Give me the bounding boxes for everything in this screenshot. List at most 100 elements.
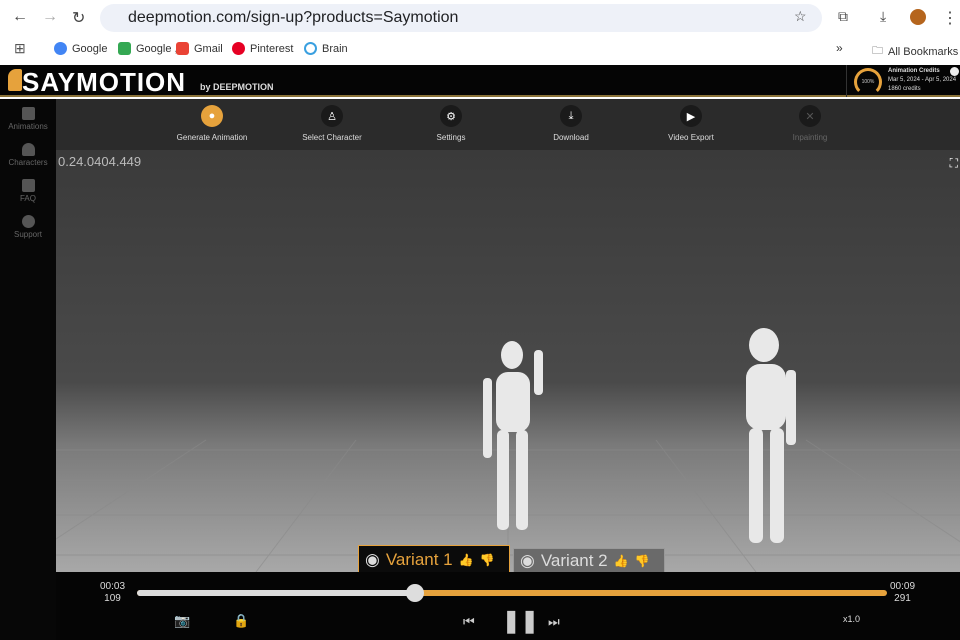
version-label: 0.24.0404.449: [58, 154, 142, 169]
end-time-text: 00:09: [890, 581, 916, 592]
robot-character-2: [746, 328, 796, 543]
bookmark-brain[interactable]: Brain: [304, 42, 348, 55]
reload-icon[interactable]: ↻: [72, 8, 85, 28]
generate-animation-button[interactable]: ● Generate Animation: [152, 105, 272, 142]
address-bar[interactable]: deepmotion.com/sign-up?products=Saymotio…: [100, 4, 822, 32]
plus-icon: [21, 107, 35, 120]
tool-label: Settings: [436, 133, 466, 142]
question-icon: [21, 179, 35, 192]
scene: [56, 328, 960, 572]
app-header: SAYMOTION by DEEPMOTION 100% Animation C…: [0, 65, 960, 97]
brain-icon: [304, 42, 317, 55]
info-icon[interactable]: [950, 67, 959, 76]
credits-info: Animation Credits Mar 5, 2024 - Apr 5, 2…: [888, 67, 956, 94]
bookmark-label: Brain: [322, 42, 348, 55]
bookmark-label: Google: [72, 42, 108, 55]
download-icon[interactable]: ⤓: [880, 8, 886, 25]
bookmark-gmail[interactable]: Gmail: [176, 42, 223, 55]
sidebar-item-support[interactable]: Support: [0, 215, 56, 239]
current-time: 00:03 109: [100, 581, 125, 605]
robot-character-1: [483, 341, 543, 530]
variant-label: Variant 2: [540, 551, 608, 570]
pinterest-icon: [232, 42, 245, 55]
avatar[interactable]: [910, 9, 926, 25]
eye-icon[interactable]: ◉: [365, 550, 380, 570]
sidebar-label: Support: [13, 230, 43, 239]
variant-tab-1[interactable]: ◉ Variant 1 👍 👎: [358, 545, 510, 573]
credits-percent: 100%: [861, 79, 875, 85]
bookmark-pinterest[interactable]: Pinterest: [232, 42, 293, 55]
fullscreen-icon[interactable]: ⛶: [950, 156, 958, 171]
pause-icon[interactable]: ❚❚: [502, 608, 539, 634]
more-bookmarks-icon[interactable]: »: [836, 41, 843, 55]
tool-label: Inpainting: [792, 133, 828, 142]
bookmark-google-drive[interactable]: Google ,: [118, 42, 178, 55]
logo[interactable]: SAYMOTION: [22, 67, 186, 98]
back-icon[interactable]: ←: [12, 8, 28, 26]
play-circle-icon: ▶: [680, 105, 702, 127]
camera-icon[interactable]: 📷: [174, 613, 190, 629]
apps-icon[interactable]: ⊞: [14, 40, 26, 57]
lightbulb-icon: ●: [201, 105, 223, 127]
tool-label: Video Export: [668, 133, 714, 142]
sidebar-label: Characters: [8, 158, 48, 167]
credits-amount: 1860 credits: [888, 86, 921, 92]
sidebar: Animations Characters FAQ Support: [0, 99, 56, 640]
inpainting-icon: ✕: [799, 105, 821, 127]
tool-label: Generate Animation: [176, 133, 248, 142]
tool-label: Select Character: [302, 133, 362, 142]
thumbs-up-icon[interactable]: 👍: [459, 553, 474, 567]
lock-icon[interactable]: 🔒: [233, 613, 249, 629]
menu-icon[interactable]: ⋮: [942, 8, 958, 28]
variant-label: Variant 1: [385, 549, 453, 569]
thumbs-up-icon[interactable]: 👍: [614, 554, 629, 568]
end-time: 00:09 291: [890, 581, 915, 605]
inpainting-button[interactable]: ✕ Inpainting: [750, 105, 870, 142]
logo-icon: [8, 69, 22, 91]
video-export-button[interactable]: ▶ Video Export: [631, 105, 751, 142]
bookmark-label: Google ,: [136, 42, 178, 55]
all-bookmarks[interactable]: 🗀 All Bookmarks: [872, 42, 958, 61]
3d-viewport[interactable]: ⛶: [56, 150, 960, 572]
end-frame-text: 291: [894, 593, 911, 604]
bookmark-label: Pinterest: [250, 42, 294, 55]
logo-byline: by DEEPMOTION: [200, 82, 274, 92]
tool-label: Download: [553, 133, 589, 142]
select-character-button[interactable]: ♙ Select Character: [272, 105, 392, 142]
timeline-slider[interactable]: [137, 584, 887, 602]
browser-toolbar: ← → ↻ deepmotion.com/sign-up?products=Sa…: [0, 0, 960, 34]
sidebar-label: Animations: [8, 122, 48, 131]
eye-icon[interactable]: ◉: [520, 551, 535, 571]
bookmark-label: Gmail: [194, 42, 223, 55]
timeline-handle[interactable]: [405, 584, 424, 602]
settings-button[interactable]: ⚙ Settings: [391, 105, 511, 142]
forward-icon[interactable]: →: [42, 8, 58, 26]
sidebar-item-characters[interactable]: Characters: [0, 143, 56, 167]
person-icon: [21, 143, 35, 156]
skip-back-icon[interactable]: ⏮: [463, 614, 475, 630]
bookmark-google[interactable]: Google: [54, 42, 107, 55]
folder-icon: 🗀: [872, 45, 883, 57]
sidebar-item-faq[interactable]: FAQ: [0, 179, 56, 203]
character-icon: ♙: [321, 105, 343, 127]
bookmarks-bar: ⊞ Google Google , Gmail Pinterest Brain …: [0, 34, 960, 65]
thumbs-down-icon[interactable]: 👎: [480, 553, 495, 567]
extensions-icon[interactable]: ⧉: [838, 8, 848, 25]
variant-tab-2[interactable]: ◉ Variant 2 👍 👎: [513, 548, 665, 573]
credits-period: Mar 5, 2024 - Apr 5, 2024: [888, 77, 957, 83]
credits-gauge: 100%: [854, 68, 882, 96]
drive-icon: [118, 42, 131, 55]
thumbs-down-icon[interactable]: 👎: [635, 554, 650, 568]
bookmark-star-icon[interactable]: ☆: [794, 8, 807, 25]
all-bookmarks-label: All Bookmarks: [888, 45, 959, 58]
toolbar: ● Generate Animation ♙ Select Character ⚙ S…: [56, 99, 960, 150]
gear-icon: [21, 215, 35, 228]
sidebar-item-animations[interactable]: Animations: [0, 107, 56, 131]
gmail-icon: [176, 42, 189, 55]
google-icon: [54, 42, 67, 55]
download-button[interactable]: ⤓ Download: [511, 105, 631, 142]
playback-speed[interactable]: x1.0: [843, 614, 860, 624]
skip-forward-icon[interactable]: ⏭: [548, 614, 560, 630]
download-icon: ⤓: [560, 105, 582, 127]
current-time-text: 00:03: [100, 581, 126, 592]
